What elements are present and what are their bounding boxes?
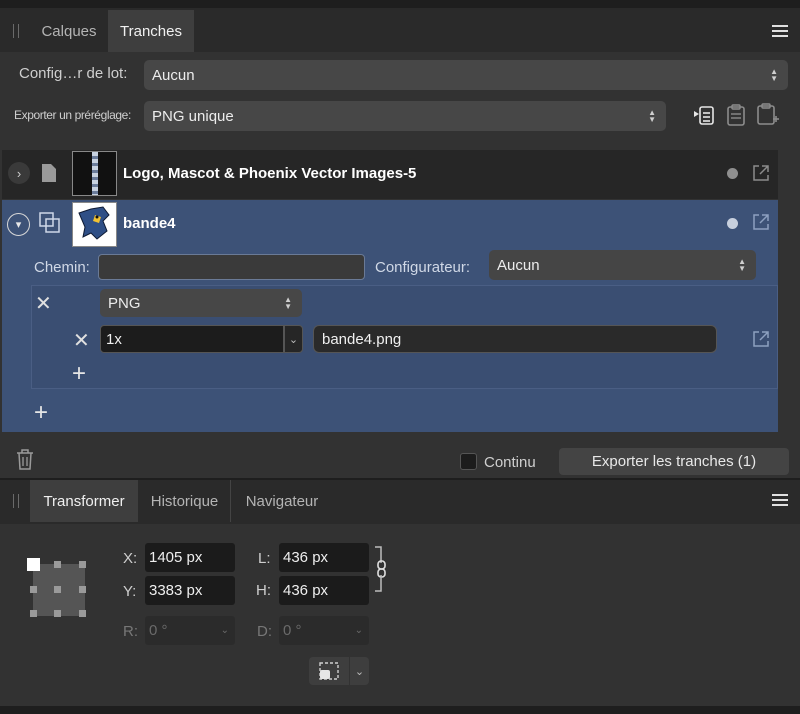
slice-name[interactable]: bande4 [123, 215, 176, 232]
height-input[interactable]: 436 px [279, 576, 369, 605]
y-input[interactable]: 3383 px [145, 576, 235, 605]
configurator-label: Configurateur: [375, 259, 471, 276]
panel-grip-icon[interactable] [13, 24, 19, 38]
continuous-label: Continu [484, 454, 536, 471]
panel-menu-icon[interactable] [772, 25, 788, 37]
filename-input[interactable]: bande4.png [313, 325, 717, 353]
multi-page-icon [39, 212, 60, 233]
transform-origin-button[interactable] [309, 657, 349, 685]
transform-origin-icon [319, 662, 339, 680]
export-slices-button[interactable]: Exporter les tranches (1) [559, 448, 789, 475]
status-dot-icon [727, 168, 738, 179]
status-dot-icon [727, 218, 738, 229]
configurator-value: Aucun [497, 256, 540, 274]
width-label: L: [258, 550, 271, 567]
batch-config-value: Aucun [152, 66, 195, 84]
select-arrows-icon: ▲ ▼ [770, 67, 778, 83]
batch-config-label: Config…r de lot: [19, 65, 128, 82]
clipboard-add-icon[interactable] [756, 102, 780, 128]
chevron-down-icon[interactable]: ⌄ [355, 625, 363, 636]
slice-thumbnail [72, 202, 117, 247]
rotation-label: R: [123, 623, 138, 640]
tab-transformer[interactable]: Transformer [30, 480, 138, 522]
shear-input[interactable]: 0 ° ⌄ [279, 616, 369, 645]
path-input[interactable] [98, 254, 365, 280]
add-preset-icon[interactable] [693, 103, 717, 127]
configurator-select[interactable]: Aucun ▲ ▼ [489, 250, 756, 280]
panel-menu-icon[interactable] [772, 494, 788, 506]
height-label: H: [256, 582, 271, 599]
add-scale-icon[interactable]: + [72, 362, 86, 386]
export-preset-value: PNG unique [152, 107, 234, 125]
batch-config-select[interactable]: Aucun ▲ ▼ [144, 60, 788, 90]
slice-thumbnail [72, 151, 117, 196]
chevron-down-icon[interactable]: ⌄ [350, 657, 369, 685]
shear-value: 0 ° [283, 622, 302, 639]
select-arrows-icon: ▲ ▼ [738, 257, 746, 273]
document-icon [42, 164, 56, 182]
tab-tranches[interactable]: Tranches [108, 10, 194, 52]
select-arrows-icon: ▲ ▼ [648, 108, 656, 124]
rotation-input[interactable]: 0 ° ⌄ [145, 616, 235, 645]
scale-value: 1x [106, 330, 122, 348]
tab-navigateur[interactable]: Navigateur [232, 480, 332, 522]
expand-chevron-icon[interactable]: › [8, 162, 30, 184]
format-value: PNG [108, 294, 141, 312]
export-preset-label: Exporter un préréglage: [14, 108, 131, 122]
external-link-icon[interactable] [751, 163, 771, 183]
export-preset-select[interactable]: PNG unique ▲ ▼ [144, 101, 666, 131]
panel-grip-icon[interactable] [13, 494, 19, 508]
tab-calques[interactable]: Calques [30, 10, 108, 52]
collapse-chevron-icon[interactable]: ▾ [7, 213, 30, 236]
path-label: Chemin: [34, 259, 90, 276]
add-format-icon[interactable]: + [34, 401, 48, 425]
anchor-point-selector[interactable] [27, 558, 89, 620]
format-select[interactable]: PNG ▲ ▼ [100, 289, 302, 317]
y-label: Y: [123, 583, 137, 600]
scale-input[interactable]: 1x [100, 325, 284, 353]
select-arrows-icon: ▲ ▼ [284, 295, 292, 311]
clipboard-icon[interactable] [726, 103, 746, 127]
remove-format-icon[interactable]: ✕ [35, 291, 52, 316]
scale-dropdown-icon[interactable]: ⌄ [284, 325, 303, 353]
chevron-down-icon[interactable]: ⌄ [221, 625, 229, 636]
external-link-icon[interactable] [751, 329, 771, 349]
shear-label: D: [257, 623, 272, 640]
continuous-checkbox[interactable] [460, 453, 477, 470]
trash-icon[interactable] [15, 448, 35, 470]
lock-ratio-icon[interactable] [372, 545, 390, 593]
remove-scale-icon[interactable]: ✕ [73, 328, 90, 353]
x-label: X: [123, 550, 138, 567]
x-input[interactable]: 1405 px [145, 543, 235, 572]
tab-historique[interactable]: Historique [139, 480, 231, 522]
slice-name[interactable]: Logo, Mascot & Phoenix Vector Images-5 [123, 165, 416, 182]
rotation-value: 0 ° [149, 622, 168, 639]
external-link-icon[interactable] [751, 212, 771, 232]
width-input[interactable]: 436 px [279, 543, 369, 572]
